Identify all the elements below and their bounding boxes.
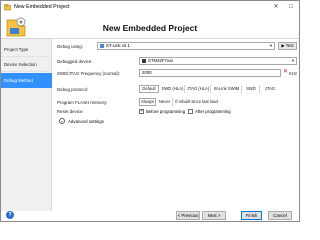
wizard-header: New Embedded Project xyxy=(1,14,299,39)
test-button[interactable]: ▶ Test xyxy=(278,42,297,50)
protocol-option-swd-hla[interactable]: SWD (HLA) xyxy=(161,85,185,93)
chevron-down-icon: ▼ xyxy=(291,58,295,63)
next-button[interactable]: Next > xyxy=(202,211,226,220)
maximize-button[interactable]: □ xyxy=(284,2,298,13)
flash-option-if-rebuilt[interactable]: If rebuilt since last load xyxy=(174,98,219,106)
debug-using-value: ST-Link v2.1 xyxy=(106,43,130,48)
error-icon: ✕ xyxy=(283,69,289,75)
app-icon xyxy=(4,4,11,11)
debugged-device-value: STM32F7xxx xyxy=(148,58,174,63)
reset-after-label: After programming xyxy=(195,109,231,114)
flash-option-never[interactable]: Never xyxy=(157,98,173,106)
test-icon: ▶ xyxy=(281,43,285,48)
protocol-option-swd[interactable]: SWD xyxy=(243,85,260,93)
test-button-label: Test xyxy=(285,43,294,48)
new-project-window: New Embedded Project □ ✕ New Embedded Pr… xyxy=(0,0,300,222)
debug-using-select[interactable]: ST-Link v2.1 ▼ xyxy=(97,42,275,50)
protocol-option-jtag[interactable]: JTAG xyxy=(261,85,279,93)
header-title: New Embedded Project xyxy=(102,23,198,33)
finish-button[interactable]: Finish xyxy=(241,211,262,220)
frequency-unit: KHz xyxy=(289,71,298,76)
protocol-option-jtag-hla[interactable]: JTAG (HLA) xyxy=(186,85,211,93)
title-bar: New Embedded Project □ ✕ xyxy=(1,1,299,14)
frequency-value: 2000 xyxy=(142,70,152,75)
sidebar-item-project-type[interactable]: Project Type xyxy=(1,42,52,57)
protocol-option-default[interactable]: Default xyxy=(139,85,159,93)
close-button[interactable]: ✕ xyxy=(269,2,283,13)
reset-before-checkbox[interactable] xyxy=(139,108,144,114)
debugged-device-label: Debugged device: xyxy=(57,59,93,64)
sidebar-item-device-selection[interactable]: Device Selection xyxy=(1,57,52,72)
expand-chevron-icon[interactable]: ⌄ xyxy=(59,118,65,124)
cancel-button[interactable]: Cancel xyxy=(268,211,292,220)
debug-settings-panel: Debug using: ST-Link v2.1 ▼ ▶ Test Debug… xyxy=(57,42,299,210)
debug-using-label: Debug using: xyxy=(57,44,83,49)
frequency-label: SWD/JTAG Frequency (normal): xyxy=(57,71,121,76)
frequency-input[interactable]: 2000 xyxy=(139,69,281,77)
chip-icon xyxy=(142,58,146,63)
reset-device-label: Reset device: xyxy=(57,109,84,114)
chevron-down-icon: ▼ xyxy=(269,43,273,48)
help-icon[interactable]: ? xyxy=(6,211,14,219)
wizard-footer: ? < Previous Next > Finish Cancel xyxy=(1,211,299,222)
flash-option-always[interactable]: Always xyxy=(139,98,156,106)
debugger-icon xyxy=(100,43,104,48)
wizard-sidebar: Project Type Device Selection Debug Meth… xyxy=(1,39,52,211)
debugged-device-select[interactable]: STM32F7xxx ▼ xyxy=(139,57,297,65)
program-flash-label: Program FLASH memory: xyxy=(57,100,108,105)
previous-button[interactable]: < Previous xyxy=(176,211,200,220)
debug-protocol-label: Debug protocol: xyxy=(57,87,88,92)
sidebar-item-debug-method[interactable]: Debug Method xyxy=(1,73,52,88)
protocol-option-stlink-swim[interactable]: St-Link SWIM xyxy=(212,85,242,93)
reset-after-checkbox[interactable] xyxy=(188,109,193,114)
window-title: New Embedded Project xyxy=(14,4,70,10)
reset-before-label: Before programming xyxy=(146,109,186,114)
advanced-settings-link[interactable]: Advanced settings xyxy=(68,119,104,124)
